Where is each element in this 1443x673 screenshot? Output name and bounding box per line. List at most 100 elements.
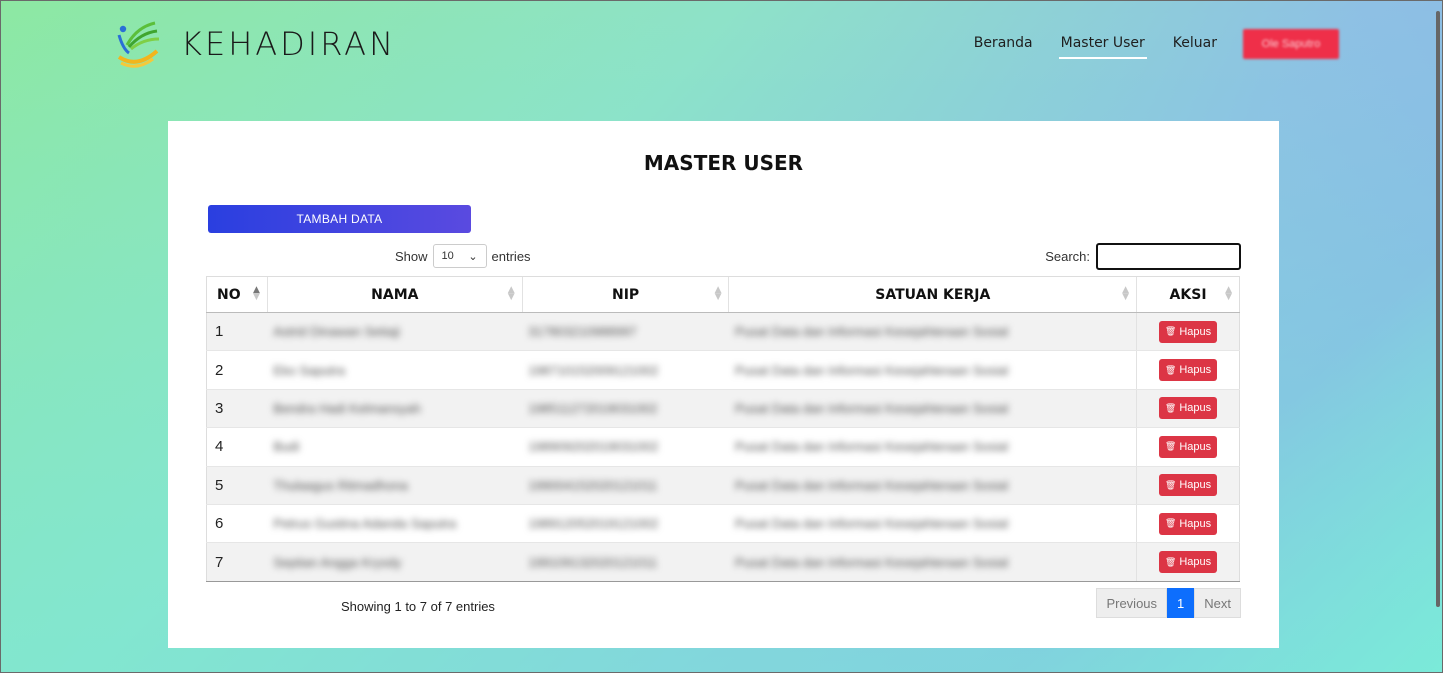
- header-aksi[interactable]: AKSI ▲ ▼: [1136, 276, 1240, 313]
- nip-text: 199004152020121011: [528, 477, 658, 493]
- brand-name: KEHADIRAN: [181, 25, 396, 63]
- nav-beranda[interactable]: Beranda: [972, 29, 1035, 59]
- trash-icon: 🗑: [1164, 441, 1177, 452]
- delete-label: Hapus: [1179, 479, 1212, 492]
- page-length-control: Show 10 ⌄ entries: [395, 244, 531, 268]
- table-info: Showing 1 to 7 of 7 entries: [341, 599, 495, 614]
- header-nama[interactable]: NAMA ▲ ▼: [266, 276, 523, 313]
- delete-button[interactable]: 🗑 Hapus: [1158, 551, 1218, 574]
- nama-text: Astrid Dinawan Setiaji: [273, 324, 400, 340]
- satker-text: Pusat Data dan Informasi Kesejahteraan S…: [734, 324, 1009, 340]
- sort-asc-icon: ▲ ▼: [252, 285, 260, 302]
- delete-label: Hapus: [1179, 556, 1212, 569]
- sort-icon: ▲ ▼: [1122, 285, 1130, 302]
- cell-no: 2: [206, 350, 268, 390]
- cell-nama: Bendra Hadi Kelmansyah: [267, 389, 523, 429]
- add-data-button[interactable]: TAMBAH DATA: [208, 205, 471, 233]
- nav-keluar[interactable]: Keluar: [1171, 29, 1219, 59]
- cell-aksi: 🗑 Hapus: [1136, 542, 1240, 582]
- nip-text: 198912052019121002: [528, 516, 659, 532]
- nama-text: Thulaagus Ritmadhona: [273, 477, 408, 493]
- table-row: 3 Bendra Hadi Kelmansyah 19851127201903100…: [206, 389, 1240, 429]
- trash-icon: 🗑: [1164, 556, 1177, 567]
- table-row: 6 Petrus Gustina Adanda Saputra 1989120520…: [206, 504, 1240, 544]
- satker-text: Pusat Data dan Informasi Kesejahteraan S…: [734, 554, 1009, 570]
- cell-nip: 199109132020121011: [522, 542, 729, 582]
- content-card: MASTER USER TAMBAH DATA Show 10 ⌄ entrie…: [168, 121, 1279, 648]
- satker-text: Pusat Data dan Informasi Kesejahteraan S…: [734, 400, 1009, 416]
- delete-button[interactable]: 🗑 Hapus: [1158, 512, 1218, 535]
- delete-button[interactable]: 🗑 Hapus: [1158, 359, 1218, 382]
- cell-aksi: 🗑 Hapus: [1136, 350, 1240, 390]
- cell-aksi: 🗑 Hapus: [1136, 466, 1240, 505]
- search-control: Search:: [1045, 243, 1241, 270]
- kehadiran-logo-icon: [117, 21, 160, 68]
- trash-icon: 🗑: [1164, 479, 1177, 490]
- user-table: NO ▲ ▼ NAMA ▲ ▼ NIP ▲ ▼ SATUAN KERJA ▲ ▼ AKS…: [206, 276, 1240, 582]
- nip-text: 198710152009121002: [528, 362, 659, 378]
- cell-satuan-kerja: Pusat Data dan Informasi Kesejahteraan S…: [728, 466, 1137, 505]
- pagination-next[interactable]: Next: [1194, 588, 1241, 618]
- delete-label: Hapus: [1179, 440, 1212, 453]
- satker-text: Pusat Data dan Informasi Kesejahteraan S…: [734, 477, 1009, 493]
- header-nip[interactable]: NIP ▲ ▼: [521, 276, 729, 313]
- chevron-down-icon: ⌄: [468, 250, 478, 263]
- cell-satuan-kerja: Pusat Data dan Informasi Kesejahteraan S…: [728, 312, 1137, 352]
- cell-no: 5: [206, 466, 268, 505]
- cell-no: 7: [206, 542, 268, 582]
- nip-text: 198511272019031002: [528, 400, 658, 416]
- pagination-previous[interactable]: Previous: [1096, 588, 1168, 618]
- nama-text: Eko Saputra: [273, 362, 345, 378]
- cell-nama: Eko Saputra: [267, 350, 523, 390]
- delete-button[interactable]: 🗑 Hapus: [1158, 320, 1218, 343]
- top-nav: Beranda Master User Keluar Ole Saputro: [972, 29, 1339, 59]
- user-account-button[interactable]: Ole Saputro: [1243, 29, 1339, 59]
- pagination: Previous 1 Next: [1096, 588, 1241, 618]
- trash-icon: 🗑: [1164, 326, 1177, 337]
- scrollbar-thumb[interactable]: [1436, 11, 1440, 607]
- cell-nama: Budi: [267, 427, 523, 467]
- page-length-select[interactable]: 10 ⌄: [432, 244, 487, 268]
- scrollbar[interactable]: [1433, 1, 1441, 673]
- cell-nama: Thulaagus Ritmadhona: [267, 466, 523, 505]
- delete-button[interactable]: 🗑 Hapus: [1158, 474, 1218, 497]
- user-name: Ole Saputro: [1261, 38, 1321, 50]
- cell-aksi: 🗑 Hapus: [1136, 427, 1240, 467]
- delete-button[interactable]: 🗑 Hapus: [1158, 435, 1218, 458]
- pagination-page-1[interactable]: 1: [1167, 588, 1195, 618]
- cell-nip: 198710152009121002: [522, 350, 729, 390]
- cell-satuan-kerja: Pusat Data dan Informasi Kesejahteraan S…: [728, 389, 1137, 429]
- table-row: 2 Eko Saputra 198710152009121002 Pusat Data…: [206, 350, 1240, 390]
- search-input[interactable]: [1096, 243, 1241, 270]
- delete-label: Hapus: [1179, 325, 1212, 338]
- nama-text: Septian Angga Krysdy: [273, 554, 402, 570]
- entries-label: entries: [491, 248, 531, 264]
- cell-nama: Septian Angga Krysdy: [267, 542, 523, 582]
- cell-aksi: 🗑 Hapus: [1136, 389, 1240, 429]
- page-length-value: 10: [441, 250, 454, 262]
- cell-no: 1: [206, 312, 268, 352]
- header-no[interactable]: NO ▲ ▼: [206, 276, 268, 313]
- cell-nip: 317803210988997: [522, 312, 729, 352]
- brand[interactable]: KEHADIRAN: [113, 19, 396, 69]
- cell-nip: 198909202019031002: [522, 427, 729, 467]
- delete-button[interactable]: 🗑 Hapus: [1158, 397, 1218, 420]
- cell-no: 3: [206, 389, 268, 429]
- cell-nama: Petrus Gustina Adanda Saputra: [267, 504, 523, 544]
- cell-satuan-kerja: Pusat Data dan Informasi Kesejahteraan S…: [728, 350, 1137, 390]
- nip-text: 199109132020121011: [528, 554, 658, 570]
- trash-icon: 🗑: [1164, 364, 1177, 375]
- cell-nip: 199004152020121011: [522, 466, 729, 505]
- cell-nip: 198511272019031002: [522, 389, 729, 429]
- nav-master-user[interactable]: Master User: [1058, 29, 1147, 59]
- search-label: Search:: [1045, 249, 1090, 264]
- table-header-row: NO ▲ ▼ NAMA ▲ ▼ NIP ▲ ▼ SATUAN KERJA ▲ ▼ AKS…: [206, 276, 1240, 313]
- sort-icon: ▲ ▼: [714, 285, 722, 302]
- sort-icon: ▲ ▼: [507, 285, 515, 302]
- cell-nama: Astrid Dinawan Setiaji: [267, 312, 523, 352]
- delete-label: Hapus: [1179, 517, 1212, 530]
- cell-no: 6: [206, 504, 268, 544]
- header-satuan-kerja[interactable]: SATUAN KERJA ▲ ▼: [728, 276, 1137, 313]
- cell-nip: 198912052019121002: [522, 504, 729, 544]
- table-row: 7 Septian Angga Krysdy 199109132020121011 P…: [206, 542, 1240, 582]
